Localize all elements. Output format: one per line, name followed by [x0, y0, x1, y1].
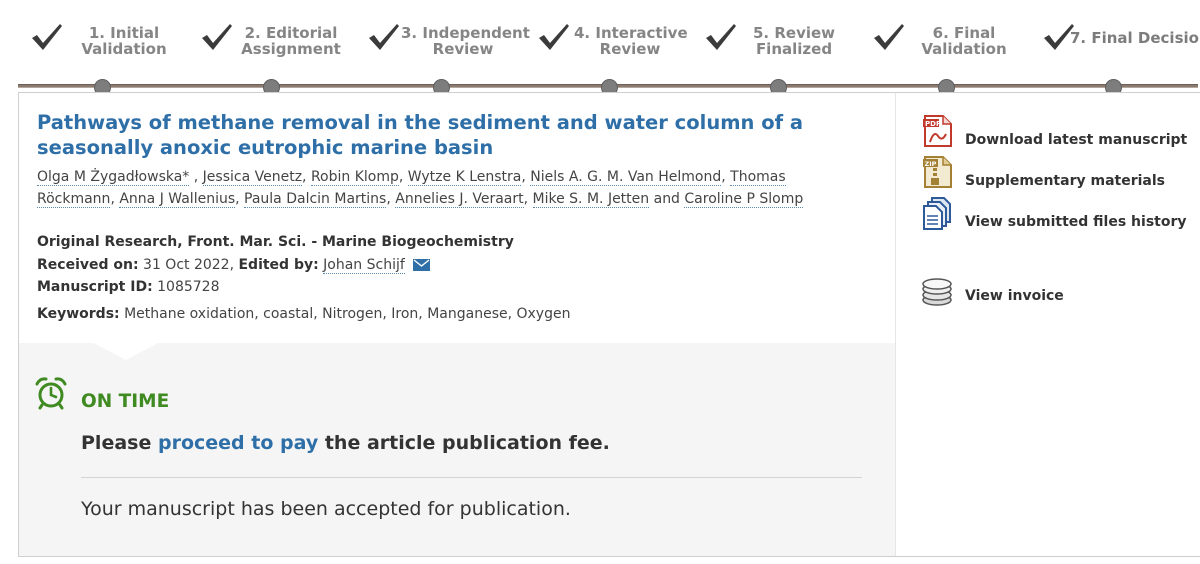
keywords-line: Keywords: Methane oxidation, coastal, Ni…: [37, 304, 570, 324]
author-list: Olga M Żygadłowska* , Jessica Venetz, Ro…: [37, 169, 804, 208]
step-label-line1: 7. Final Decision: [1070, 29, 1200, 47]
zip-file-icon: ZIP: [923, 156, 952, 188]
author-link[interactable]: Jessica Venetz: [202, 169, 303, 186]
checkmark-icon: [202, 24, 232, 50]
edited-label: Edited by:: [238, 257, 319, 273]
author-link[interactable]: Wytze K Lenstra: [407, 169, 522, 186]
step-final-decision: 7. Final Decision: [1042, 16, 1200, 66]
author-link[interactable]: Robin Klomp: [310, 169, 399, 186]
step-label-line1: 1. Initial: [88, 24, 160, 42]
card-pointer: [92, 342, 160, 360]
received-line: Received on: 31 Oct 2022, Edited by: Joh…: [37, 255, 431, 275]
download-manuscript-label: Download latest manuscript: [965, 132, 1188, 148]
keywords-value: Methane oxidation, coastal, Nitrogen, Ir…: [124, 306, 571, 322]
step-label-line2: Assignment: [241, 40, 341, 58]
manuscript-id-line: Manuscript ID: 1085728: [37, 277, 219, 297]
author-link[interactable]: Caroline P Slomp: [684, 191, 804, 208]
svg-text:ZIP: ZIP: [925, 160, 937, 168]
step-label-line1: 5. Review: [752, 24, 836, 42]
svg-text:PDF: PDF: [925, 120, 941, 128]
keywords-label: Keywords:: [37, 306, 120, 322]
author-link[interactable]: Mike S. M. Jetten: [532, 191, 650, 208]
received-label: Received on:: [37, 257, 139, 273]
step-label-line2: Review: [432, 40, 494, 58]
received-value: 31 Oct 2022,: [143, 257, 235, 273]
checkmark-icon: [874, 24, 904, 50]
view-invoice-label: View invoice: [965, 288, 1064, 304]
files-stack-icon: [923, 197, 951, 230]
on-time-badge: ON TIME: [81, 391, 170, 412]
author-link[interactable]: Paula Dalcin Martins: [244, 191, 387, 208]
author-link[interactable]: Anna J Wallenius: [119, 191, 236, 208]
step-interactive-review: 4. Interactive Review: [537, 16, 697, 66]
step-label-line2: Validation: [81, 40, 167, 58]
step-label-line2: Finalized: [755, 40, 833, 58]
author-link[interactable]: Annelies J. Veraart: [395, 191, 524, 208]
step-label-line1: 3. Independent: [401, 24, 530, 42]
manuscript-id: 1085728: [157, 279, 220, 295]
step-review-finalized: 5. Review Finalized: [704, 16, 854, 66]
article-title[interactable]: Pathways of methane removal in the sedim…: [37, 110, 877, 160]
step-label-line1: 2. Editorial: [244, 24, 338, 42]
editor-link[interactable]: Johan Schijf: [323, 257, 405, 274]
article-type: Original Research, Front. Mar. Sci. - Ma…: [37, 234, 514, 250]
envelope-icon[interactable]: [413, 259, 431, 271]
step-final-validation: 6. Final Validation: [872, 16, 1022, 66]
proceed-to-pay-link[interactable]: proceed to pay: [158, 432, 318, 454]
view-files-history-label: View submitted files history: [965, 214, 1187, 230]
payment-instruction: Please proceed to pay the article public…: [81, 432, 610, 454]
manuscript-id-label: Manuscript ID:: [37, 279, 153, 295]
step-label-line1: 4. Interactive: [574, 24, 688, 42]
checkmark-icon: [539, 24, 569, 50]
checkmark-icon: [706, 24, 736, 50]
and-word: and: [653, 191, 680, 207]
supplementary-materials-button[interactable]: ZIP Supplementary materials: [920, 155, 1165, 189]
author-link[interactable]: Niels A. G. M. Van Helmond: [530, 169, 722, 186]
step-label-line1: 6. Final: [932, 24, 996, 42]
checkmark-icon: [369, 24, 399, 50]
acceptance-message: Your manuscript has been accepted for pu…: [81, 498, 571, 520]
alarm-clock-icon: [35, 377, 67, 410]
pay-prefix: Please: [81, 432, 152, 454]
pdf-file-icon: PDF: [923, 115, 952, 147]
step-initial-validation: 1. Initial Validation: [30, 16, 180, 66]
status-divider: [81, 477, 862, 478]
article-type-line: Original Research, Front. Mar. Sci. - Ma…: [37, 232, 514, 252]
download-manuscript-button[interactable]: PDF Download latest manuscript: [920, 114, 1187, 148]
coins-icon: [922, 278, 952, 306]
step-label-line2: Validation: [921, 40, 1007, 58]
view-files-history-button[interactable]: View submitted files history: [920, 196, 1187, 230]
step-editorial-assignment: 2. Editorial Assignment: [200, 16, 350, 66]
author-link[interactable]: Olga M Żygadłowska*: [37, 169, 190, 186]
pay-suffix: the article publication fee.: [324, 432, 610, 454]
supplementary-materials-label: Supplementary materials: [965, 173, 1165, 189]
checkmark-icon: [32, 24, 62, 50]
step-label-line2: Review: [599, 40, 661, 58]
view-invoice-button[interactable]: View invoice: [920, 275, 1090, 309]
step-independent-review: 3. Independent Review: [367, 16, 530, 66]
